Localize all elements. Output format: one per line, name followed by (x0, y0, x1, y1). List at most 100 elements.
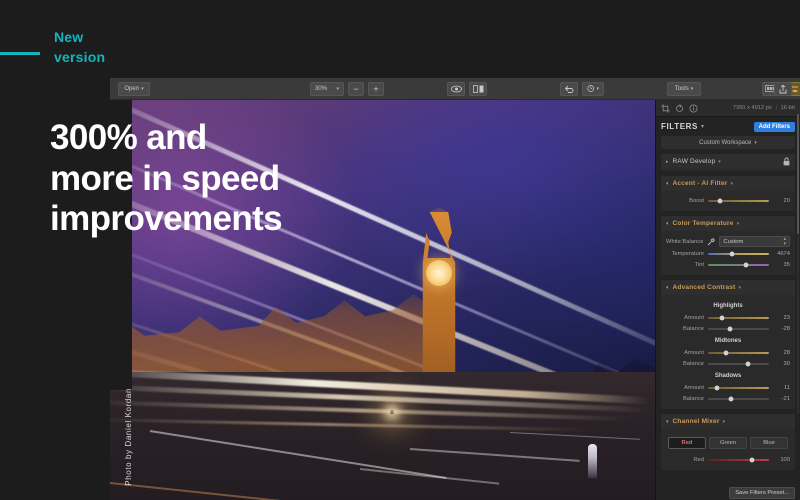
lock-icon[interactable] (783, 157, 790, 166)
slider-highlights-amount[interactable]: Amount 23 (666, 312, 790, 323)
chevron-down-icon: ▾ (666, 284, 669, 291)
info-circle-icon[interactable] (689, 104, 698, 113)
chevron-down-icon: ▾ (666, 418, 669, 425)
stepper-icon[interactable]: ▴ ▾ (783, 237, 786, 247)
slider-shadows-balance[interactable]: Balance -21 (666, 393, 790, 404)
zoom-out-button[interactable]: − (348, 81, 364, 96)
undo-button[interactable] (560, 81, 578, 96)
slider-value: 23 (783, 314, 790, 321)
slider-track[interactable] (708, 457, 769, 462)
filter-header[interactable]: ▾ Channel Mixer ▾ (661, 414, 795, 429)
image-bit-depth: 16-bit (780, 105, 795, 111)
filter-body: White Balance Custom ▴ ▾ Temperature 467… (661, 231, 795, 273)
add-filters-button[interactable]: Add Filters (753, 121, 795, 132)
slider-knob[interactable] (729, 251, 735, 256)
slider-track[interactable] (708, 198, 769, 203)
channel-tab-red[interactable]: Red (668, 437, 706, 449)
open-button[interactable]: Open ▾ (118, 81, 150, 96)
channel-tab-blue[interactable]: Blue (750, 437, 788, 449)
slider-highlights-balance[interactable]: Balance -28 (666, 323, 790, 334)
eyedropper-icon[interactable] (707, 237, 716, 246)
slider-track[interactable] (708, 350, 769, 355)
slider-knob[interactable] (719, 315, 725, 320)
history-controls: ▾ (560, 81, 604, 96)
group-title-highlights: Highlights (713, 303, 743, 309)
filter-name: RAW Develop (672, 158, 716, 165)
filters-panel-title: FILTERS (661, 122, 698, 131)
sidebar-scrollbar-thumb[interactable] (797, 114, 799, 234)
slider-track[interactable] (708, 262, 769, 267)
filter-card-accent-ai[interactable]: ▾ Accent - AI Filter ▾ Boost 20 (661, 176, 795, 211)
view-controls (447, 81, 487, 96)
headline-scrim (110, 100, 132, 390)
promo-label: New version (54, 27, 105, 68)
promo-accent-rule (0, 52, 40, 55)
history-button[interactable]: ▾ (582, 81, 604, 96)
preview-toggle-button[interactable] (447, 81, 465, 96)
chevron-down-icon: ▾ (666, 180, 669, 187)
slider-value: 4674 (777, 250, 790, 257)
filter-header[interactable]: ▾ Advanced Contrast ▾ (661, 280, 795, 295)
filter-header[interactable]: ▾ Accent - AI Filter ▾ (661, 176, 795, 191)
slider-track[interactable] (708, 396, 769, 401)
filters-sidebar: 7360 x 4912 px | 16-bit FILTERS ▾ Add Fi… (655, 100, 800, 500)
image-dimensions-info: 7360 x 4912 px | 16-bit (733, 105, 795, 111)
rotate-icon[interactable] (675, 103, 684, 113)
road-marking (110, 482, 329, 500)
slider-knob[interactable] (745, 361, 751, 366)
slider-red[interactable]: Red 100 (666, 454, 790, 465)
slider-knob[interactable] (714, 385, 720, 390)
compare-view-button[interactable] (469, 81, 487, 96)
filter-card-channel-mixer[interactable]: ▾ Channel Mixer ▾ Red Green Blue Red 100 (661, 414, 795, 470)
filter-card-advanced-contrast[interactable]: ▾ Advanced Contrast ▾ Highlights Amount (661, 280, 795, 409)
zoom-level-select[interactable]: 30% ▾ (310, 81, 344, 96)
slider-midtones-amount[interactable]: Amount 28 (666, 347, 790, 358)
workspace-select[interactable]: Custom Workspace ▾ (661, 136, 795, 149)
slider-shadows-amount[interactable]: Amount 11 (666, 382, 790, 393)
white-balance-select[interactable]: Custom ▴ ▾ (719, 236, 790, 247)
zoom-in-button[interactable]: + (368, 81, 384, 96)
filter-header[interactable]: ▾ Color Temperature ▾ (661, 216, 795, 231)
slider-label: Tint (694, 261, 704, 268)
slider-value: 100 (780, 456, 790, 463)
slider-knob[interactable] (743, 262, 749, 267)
slider-track[interactable] (708, 315, 769, 320)
slider-tint[interactable]: Tint 35 (666, 259, 790, 270)
chevron-down-icon: ▾ (690, 85, 694, 92)
chevron-down-icon: ▾ (718, 158, 721, 165)
photo-credit: Photo by Daniel Kordan (124, 388, 133, 486)
slider-knob[interactable] (727, 326, 733, 331)
slider-track[interactable] (708, 385, 769, 390)
sidebar-scrollbar[interactable] (797, 114, 799, 414)
filter-card-color-temperature[interactable]: ▾ Color Temperature ▾ White Balance Cust… (661, 216, 795, 275)
toolbar: Open ▾ 30% ▾ − + ▾ Tools ▾ (110, 78, 800, 100)
slider-knob[interactable] (723, 350, 729, 355)
tools-button[interactable]: Tools ▾ (667, 81, 701, 96)
zoom-controls: 30% ▾ − + (310, 81, 384, 96)
street-lamp-glow (390, 410, 394, 414)
crop-icon[interactable] (661, 103, 670, 113)
chevron-down-icon[interactable]: ▾ (701, 123, 704, 130)
filter-header[interactable]: ▸ RAW Develop ▾ (661, 154, 795, 169)
slider-value: 30 (783, 360, 790, 367)
slider-knob[interactable] (749, 457, 755, 462)
slider-knob[interactable] (728, 396, 734, 401)
slider-temperature[interactable]: Temperature 4674 (666, 248, 790, 259)
slider-track[interactable] (708, 361, 769, 366)
image-canvas[interactable]: Photo by Daniel Kordan (110, 100, 655, 500)
slider-boost[interactable]: Boost 20 (666, 195, 790, 206)
channel-tab-green[interactable]: Green (709, 437, 747, 449)
filter-list[interactable]: ▸ RAW Develop ▾ ▾ Accent - AI Filter ▾ B… (656, 154, 800, 485)
save-filters-preset-button[interactable]: Save Filters Preset... (729, 486, 795, 499)
slider-knob[interactable] (717, 198, 723, 203)
slider-midtones-balance[interactable]: Balance 30 (666, 358, 790, 369)
slider-label: Red (693, 456, 704, 463)
slider-track[interactable] (708, 251, 769, 256)
zoom-in-label: + (373, 83, 379, 94)
share-button[interactable] (774, 81, 792, 96)
filter-body: Highlights Amount 23 Balance -28 Midtone… (661, 295, 795, 407)
filter-card-raw-develop[interactable]: ▸ RAW Develop ▾ (661, 154, 795, 171)
tools-button-label: Tools (674, 85, 689, 92)
slider-track[interactable] (708, 326, 769, 331)
share-export-icon (779, 84, 787, 93)
